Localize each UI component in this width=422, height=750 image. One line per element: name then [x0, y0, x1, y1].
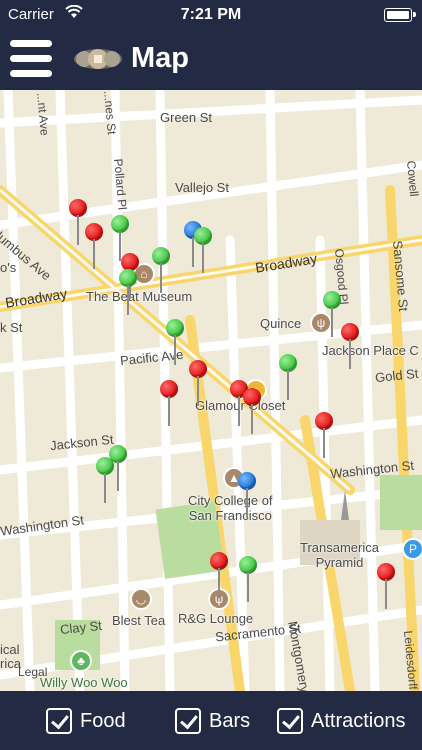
map-pin-green[interactable]: [323, 291, 343, 339]
checkbox-checked-icon[interactable]: [46, 708, 72, 734]
filter-attractions-toggle[interactable]: Attractions: [277, 707, 405, 735]
filter-bar: Food Bars Attractions: [0, 691, 422, 750]
nav-bar: Map: [0, 30, 422, 90]
clock: 7:21 PM: [180, 6, 242, 23]
map-pin-red[interactable]: [341, 323, 361, 371]
poi-label: Jackson Place C: [322, 343, 419, 358]
street-label: Vallejo St: [175, 180, 229, 195]
page-title: Map: [131, 42, 189, 74]
cafe-icon[interactable]: ◡: [130, 588, 152, 610]
checkbox-checked-icon[interactable]: [277, 708, 303, 734]
map-pin-green[interactable]: [279, 354, 299, 402]
map-view[interactable]: Green St Vallejo St Columbus Ave Broadwa…: [0, 90, 422, 691]
street-label: o's: [0, 260, 17, 275]
map-legal-link[interactable]: Legal: [18, 665, 47, 679]
map-pin-green[interactable]: [166, 319, 186, 367]
poi-label: Willy Woo Woo: [40, 675, 128, 690]
map-pin-green[interactable]: [239, 556, 259, 604]
map-pin-red[interactable]: [377, 563, 397, 611]
map-pin-red[interactable]: [189, 360, 209, 408]
poi-label: City College of San Francisco: [188, 493, 273, 523]
map-pin-red[interactable]: [210, 552, 230, 600]
filter-bars-toggle[interactable]: Bars: [175, 707, 250, 735]
map-pin-green[interactable]: [119, 269, 139, 317]
street-label: k St: [0, 320, 23, 335]
map-pin-red[interactable]: [243, 388, 263, 436]
poi-label: Blest Tea: [112, 613, 166, 628]
status-bar: Carrier 7:21 PM: [0, 0, 422, 30]
app-logo: [72, 46, 124, 72]
parking-icon[interactable]: P: [402, 538, 422, 560]
map-pin-red[interactable]: [315, 412, 335, 460]
filter-label: Attractions: [311, 709, 406, 732]
map-pin-red[interactable]: [85, 223, 105, 271]
street-label: ical: [0, 642, 20, 657]
map-pin-green[interactable]: [152, 247, 172, 295]
poi-label: R&G Lounge: [178, 611, 254, 626]
checkbox-checked-icon[interactable]: [175, 708, 201, 734]
street-label: Cowell: [404, 160, 422, 198]
poi-label: Transamerica Pyramid: [300, 540, 379, 570]
map-pin-blue[interactable]: [238, 472, 258, 520]
map-pin-red[interactable]: [160, 380, 180, 428]
map-pin-green[interactable]: [194, 227, 214, 275]
filter-food-toggle[interactable]: Food: [46, 707, 126, 735]
park-icon[interactable]: ♣: [70, 650, 92, 672]
filter-label: Bars: [209, 709, 251, 732]
poi-label: Quince: [260, 316, 302, 331]
menu-button[interactable]: [10, 38, 52, 82]
filter-label: Food: [80, 709, 126, 732]
battery-icon: [384, 8, 416, 22]
map-pin-green[interactable]: [96, 457, 116, 505]
street-label: Green St: [160, 110, 213, 125]
